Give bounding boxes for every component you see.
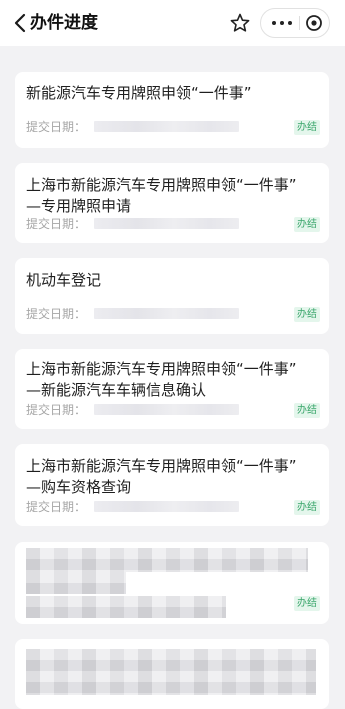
- star-icon[interactable]: [229, 12, 251, 34]
- status-badge: 办结: [294, 120, 320, 135]
- card-title: 上海市新能源汽车专用牌照申领“一件事” —专用牌照申请: [26, 176, 297, 215]
- submit-date-row: 提交日期：: [26, 499, 316, 515]
- capsule-divider: [299, 16, 300, 30]
- redacted-date: [94, 218, 239, 229]
- submit-date-label: 提交日期：: [26, 120, 87, 134]
- back-arrow-icon[interactable]: [10, 12, 32, 34]
- close-target-icon[interactable]: [305, 14, 323, 32]
- navigation-bar: 办件进度: [0, 0, 345, 46]
- list-item[interactable]: [15, 639, 329, 709]
- submit-date-label: 提交日期：: [26, 500, 87, 514]
- status-badge: 办结: [294, 217, 320, 232]
- card-title: 上海市新能源汽车专用牌照申领“一件事” —购车资格查询: [26, 457, 297, 496]
- list-item[interactable]: 上海市新能源汽车专用牌照申领“一件事” —新能源汽车车辆信息确认 提交日期： 办…: [15, 349, 329, 429]
- submit-date-label: 提交日期：: [26, 217, 87, 231]
- more-icon[interactable]: [268, 15, 296, 31]
- submit-date-label: 提交日期：: [26, 307, 87, 321]
- redacted-date-line: [26, 596, 226, 618]
- status-badge: 办结: [294, 596, 320, 611]
- redacted-date: [94, 501, 239, 512]
- redacted-date: [94, 404, 239, 415]
- list-item[interactable]: 新能源汽车专用牌照申领“一件事” 提交日期： 办结: [15, 72, 329, 148]
- list-item[interactable]: 办结: [15, 542, 329, 624]
- redacted-title-line: [26, 649, 316, 695]
- submit-date-row: 提交日期：: [26, 402, 316, 418]
- redacted-title-line: [26, 548, 308, 572]
- status-badge: 办结: [294, 500, 320, 515]
- status-badge: 办结: [294, 307, 320, 322]
- status-badge: 办结: [294, 403, 320, 418]
- submit-date-row: 提交日期：: [26, 216, 316, 232]
- list-item[interactable]: 上海市新能源汽车专用牌照申领“一件事” —专用牌照申请 提交日期： 办结: [15, 163, 329, 243]
- submit-date-row: 提交日期：: [26, 119, 316, 135]
- list-item[interactable]: 机动车登记 提交日期： 办结: [15, 258, 329, 334]
- redacted-date: [94, 121, 239, 132]
- mini-program-capsule: [260, 8, 330, 38]
- submit-date-label: 提交日期：: [26, 403, 87, 417]
- list-item[interactable]: 上海市新能源汽车专用牌照申领“一件事” —购车资格查询 提交日期： 办结: [15, 444, 329, 526]
- redacted-title-line: [26, 572, 126, 594]
- submit-date-row: 提交日期：: [26, 306, 316, 322]
- card-title: 新能源汽车专用牌照申领“一件事”: [26, 84, 252, 102]
- redacted-date: [94, 308, 239, 319]
- page-title: 办件进度: [30, 13, 98, 33]
- card-title: 上海市新能源汽车专用牌照申领“一件事” —新能源汽车车辆信息确认: [26, 360, 297, 399]
- card-title: 机动车登记: [26, 271, 102, 289]
